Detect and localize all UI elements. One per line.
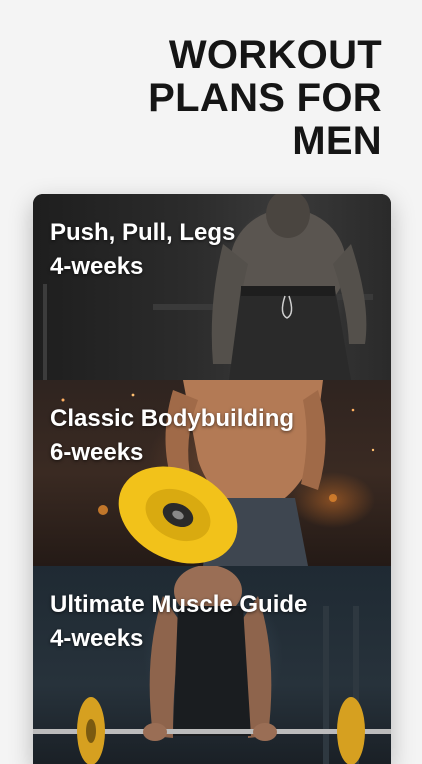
headline-line-3: MEN: [292, 119, 382, 163]
plan-name: Classic Bodybuilding: [50, 405, 295, 432]
plan-card-ultimate-muscle-guide[interactable]: Ultimate Muscle Guide 4-weeks: [33, 566, 391, 764]
headline-line-2: PLANS FOR: [148, 76, 382, 120]
plan-name: Ultimate Muscle Guide: [50, 591, 308, 618]
plan-title-block: Classic Bodybuilding 6-weeks: [50, 402, 294, 470]
plan-duration: 4-weeks: [50, 625, 144, 652]
plan-duration: 6-weeks: [50, 439, 144, 466]
page-headline: WORKOUT PLANS FOR MEN: [148, 34, 382, 163]
plan-card-push-pull-legs[interactable]: Push, Pull, Legs 4-weeks: [33, 194, 391, 380]
plan-title-block: Ultimate Muscle Guide 4-weeks: [50, 588, 307, 656]
plan-card-classic-bodybuilding[interactable]: Classic Bodybuilding 6-weeks: [33, 380, 391, 566]
plan-duration: 4-weeks: [50, 253, 144, 280]
headline-line-1: WORKOUT: [168, 33, 382, 77]
workout-plan-list: Push, Pull, Legs 4-weeks Classic Bodybui…: [33, 194, 391, 764]
plan-title-block: Push, Pull, Legs 4-weeks: [50, 216, 235, 284]
plan-name: Push, Pull, Legs: [50, 219, 236, 246]
